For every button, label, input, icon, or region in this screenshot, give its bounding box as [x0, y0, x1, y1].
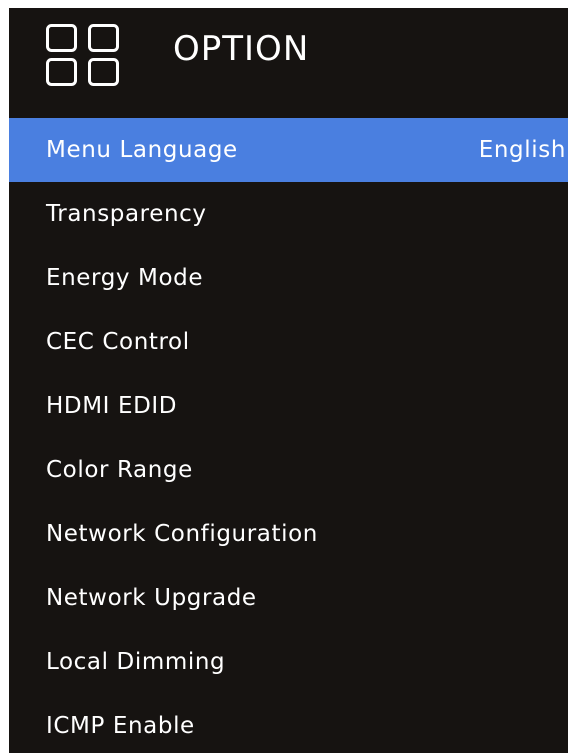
grid-icon [46, 24, 119, 86]
menu-item-cec-control[interactable]: CEC Control [9, 310, 568, 374]
menu-header: OPTION [9, 8, 568, 118]
option-menu-list: Menu Language English Transparency Energ… [9, 118, 568, 753]
menu-item-hdmi-edid[interactable]: HDMI EDID [9, 374, 568, 438]
menu-item-label: Network Configuration [46, 521, 318, 547]
menu-item-label: Menu Language [46, 137, 238, 163]
menu-item-label: Color Range [46, 457, 193, 483]
menu-item-label: HDMI EDID [46, 393, 178, 419]
menu-item-value: English [478, 137, 566, 163]
menu-item-network-configuration[interactable]: Network Configuration [9, 502, 568, 566]
menu-item-label: ICMP Enable [46, 713, 195, 739]
menu-item-label: Transparency [46, 201, 207, 227]
menu-item-label: Network Upgrade [46, 585, 257, 611]
menu-item-network-upgrade[interactable]: Network Upgrade [9, 566, 568, 630]
page-title: OPTION [173, 29, 310, 69]
menu-item-label: Local Dimming [46, 649, 226, 675]
menu-item-label: CEC Control [46, 329, 190, 355]
menu-item-color-range[interactable]: Color Range [9, 438, 568, 502]
menu-item-transparency[interactable]: Transparency [9, 182, 568, 246]
option-menu-panel: OPTION Menu Language English Transparenc… [9, 8, 568, 753]
menu-item-energy-mode[interactable]: Energy Mode [9, 246, 568, 310]
menu-item-icmp-enable[interactable]: ICMP Enable [9, 694, 568, 753]
menu-item-label: Energy Mode [46, 265, 204, 291]
menu-item-menu-language[interactable]: Menu Language English [9, 118, 568, 182]
menu-item-local-dimming[interactable]: Local Dimming [9, 630, 568, 694]
